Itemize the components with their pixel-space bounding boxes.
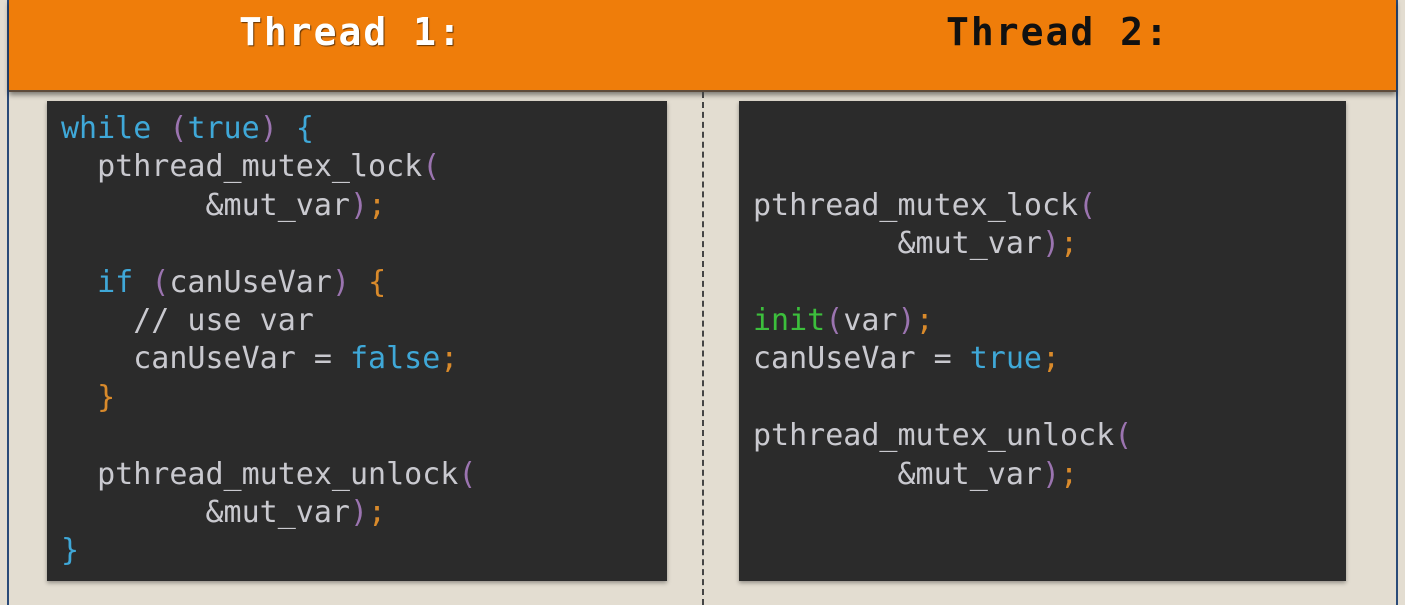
code-token: )	[1041, 226, 1061, 262]
code-token: (	[1114, 418, 1133, 454]
thread-1-code-panel: while (true) { pthread_mutex_lock( &mut_…	[47, 101, 667, 581]
code-token: true	[187, 111, 260, 146]
code-line: canUseVar = true;	[753, 340, 1132, 378]
code-token: (	[458, 456, 477, 492]
code-token: (	[422, 149, 441, 185]
thread-2-code-panel: pthread_mutex_lock( &mut_var); init(var);…	[739, 101, 1346, 581]
code-line: &mut_var);	[61, 187, 476, 225]
column-divider	[702, 92, 704, 605]
code-line: }	[61, 379, 476, 417]
code-token: &mut_var	[753, 226, 1042, 262]
code-line: // use var	[61, 302, 476, 340]
code-token: true	[969, 341, 1042, 377]
code-token: (	[1078, 187, 1097, 223]
code-line: pthread_mutex_unlock(	[753, 417, 1132, 455]
header-bar: Thread 1: Thread 2:	[9, 0, 1396, 92]
code-token: )	[331, 264, 350, 300]
code-token: canUseVar =	[61, 341, 350, 377]
code-token: )	[349, 187, 369, 223]
code-line: if (canUseVar) {	[61, 264, 476, 302]
code-token: init	[753, 302, 826, 338]
code-token: if	[61, 264, 152, 300]
code-token: )	[897, 302, 916, 338]
thread-1-code: while (true) { pthread_mutex_lock( &mut_…	[61, 110, 476, 571]
code-line: pthread_mutex_lock(	[753, 187, 1132, 225]
code-token: while	[61, 111, 152, 146]
code-line: &mut_var);	[753, 456, 1132, 494]
code-token: // use var	[61, 302, 314, 338]
code-line: pthread_mutex_unlock(	[61, 456, 476, 494]
code-line: &mut_var);	[61, 494, 476, 532]
code-token: pthread_mutex_unlock	[61, 456, 459, 492]
code-token: (	[825, 302, 844, 338]
code-line: init(var);	[753, 302, 1132, 340]
code-line: while (true) {	[61, 110, 476, 148]
thread-2-title: Thread 2:	[946, 10, 1170, 54]
code-token: canUseVar =	[753, 341, 970, 377]
thread-2-code: pthread_mutex_lock( &mut_var); init(var);…	[753, 110, 1132, 494]
code-line: &mut_var);	[753, 225, 1132, 263]
thread-1-title: Thread 1:	[239, 10, 463, 54]
code-token: &mut_var	[61, 494, 350, 530]
code-token: (	[169, 111, 188, 146]
code-token: pthread_mutex_lock	[753, 187, 1079, 223]
code-token: }	[61, 379, 116, 415]
code-line: pthread_mutex_lock(	[61, 148, 476, 186]
code-token: ;	[1060, 226, 1079, 262]
code-token: &mut_var	[61, 187, 350, 223]
code-token: ;	[1042, 341, 1061, 377]
code-line: }	[61, 532, 476, 570]
code-token: {	[295, 111, 314, 146]
code-token: false	[349, 341, 441, 377]
code-token: }	[61, 533, 80, 569]
code-token: )	[259, 111, 278, 146]
code-token: ;	[440, 341, 459, 377]
code-token: &mut_var	[753, 456, 1042, 492]
code-token: )	[1041, 456, 1061, 492]
code-token: pthread_mutex_lock	[61, 149, 423, 185]
code-token: ;	[368, 187, 387, 223]
code-token: {	[368, 264, 387, 300]
code-token: ;	[915, 302, 934, 338]
code-token: ;	[368, 494, 387, 530]
code-token: ;	[1060, 456, 1079, 492]
code-token: (	[151, 264, 170, 300]
code-token: var	[843, 302, 898, 338]
code-token: canUseVar	[169, 264, 332, 300]
code-line: canUseVar = false;	[61, 340, 476, 378]
code-token: pthread_mutex_unlock	[753, 418, 1115, 454]
code-token: )	[349, 494, 369, 530]
